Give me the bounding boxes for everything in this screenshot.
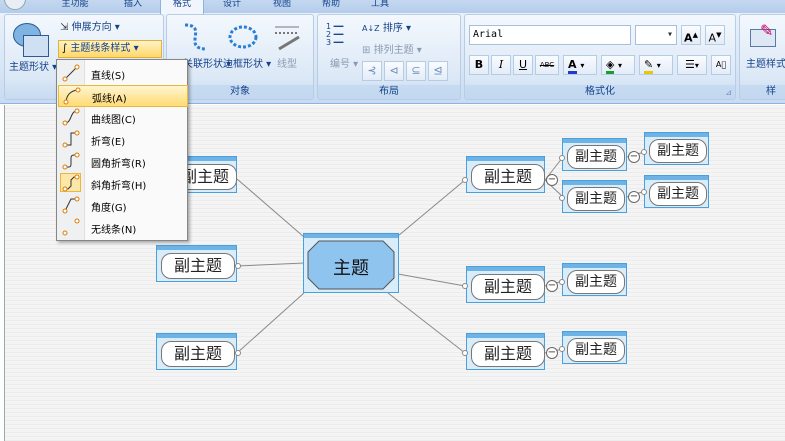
subtopic-l3-2[interactable]: 副主题 [562,180,627,213]
connection-dot [462,177,468,183]
arc-line-icon [63,87,81,105]
menu-item-elbow[interactable]: 折弯(E) [58,129,186,149]
menu-item-curve[interactable]: 曲线图(C) [58,107,186,127]
subtopic-label: 副主题 [567,270,625,294]
subtopic-label: 副主题 [471,341,545,367]
subtopic-l3-1[interactable]: 副主题 [562,138,627,171]
menu-item-angle[interactable]: 角度(G) [58,195,186,215]
connection-dot [559,346,565,352]
line-style-menu: 直线(S) 弧线(A) 曲线图(C) 折弯(E) 圆角折弯(R) 斜角折弯(H)… [56,59,188,241]
subtopic-label: 副主题 [471,164,545,190]
connection-dot [559,155,565,161]
collapse-icon[interactable]: − [628,151,640,163]
subtopic-label: 副主题 [161,253,235,279]
subtopic-right-3[interactable]: 副主题 [466,333,545,370]
connection-dot [462,350,468,356]
central-topic[interactable]: 主题 [303,233,399,293]
menu-item-arc[interactable]: 弧线(A) [58,85,188,107]
connection-dot [559,195,565,201]
menu-item-straight[interactable]: 直线(S) [58,63,186,83]
subtopic-l4-2[interactable]: 副主题 [644,175,709,208]
subtopic-label: 副主题 [649,182,707,206]
rounded-elbow-icon [62,152,80,170]
curve-line-icon [62,108,80,126]
connection-dot [559,279,565,285]
menu-item-no-line[interactable]: 无线条(N) [58,217,186,237]
subtopic-left-3[interactable]: 副主题 [156,333,237,370]
menu-item-rounded-elbow[interactable]: 圆角折弯(R) [58,151,186,171]
subtopic-label: 副主题 [567,338,625,362]
elbow-line-icon [62,130,80,148]
straight-line-icon [62,64,80,82]
subtopic-label: 副主题 [471,274,545,300]
subtopic-right-2[interactable]: 副主题 [466,266,545,303]
subtopic-label: 副主题 [161,341,235,367]
connection-dot [462,283,468,289]
subtopic-left-2[interactable]: 副主题 [156,245,237,282]
subtopic-label: 副主题 [649,139,707,163]
subtopic-label: 副主题 [567,145,625,169]
no-line-icon [62,218,80,236]
collapse-icon[interactable]: − [628,191,640,203]
collapse-icon[interactable]: − [546,174,558,186]
subtopic-l3-3[interactable]: 副主题 [562,263,627,296]
central-topic-label: 主题 [333,258,369,279]
connection-dot [641,189,647,195]
subtopic-label: 副主题 [567,187,625,211]
collapse-icon[interactable]: − [546,280,558,292]
connection-dot [235,350,241,356]
angle-line-icon [62,196,80,214]
menu-item-bevel-elbow[interactable]: 斜角折弯(H) [58,173,186,193]
collapse-icon[interactable]: − [546,347,558,359]
connection-dot [235,263,241,269]
subtopic-l3-4[interactable]: 副主题 [562,331,627,364]
connection-dot [641,149,647,155]
bevel-elbow-icon [62,174,80,192]
subtopic-l4-1[interactable]: 副主题 [644,132,709,165]
subtopic-right-1[interactable]: 副主题 [466,156,545,193]
